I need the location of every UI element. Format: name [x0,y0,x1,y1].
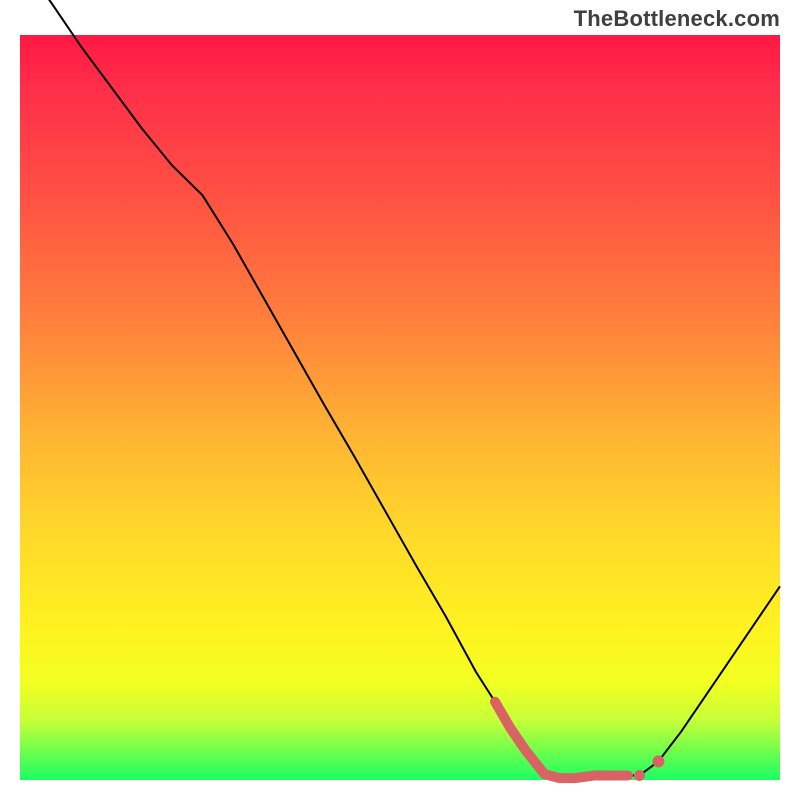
chart-curve-layer [20,35,780,780]
highlight-dot [634,770,645,781]
series-bottleneck-curve [20,0,780,778]
bottleneck-chart-figure: TheBottleneck.com [0,0,800,800]
watermark-text: TheBottleneck.com [574,6,780,32]
highlight-dot-upper [652,755,664,767]
series-highlighted-bottom-segment [495,702,628,778]
plot-area [20,35,780,780]
